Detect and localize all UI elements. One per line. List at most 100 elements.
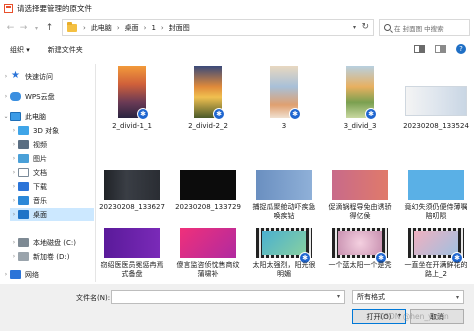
command-bar: 组织 ▾ 新建文件夹 ? <box>0 40 474 60</box>
search-placeholder: 在 封面图 中搜索 <box>394 24 444 33</box>
nav-item-wps-cloud[interactable]: › WPS云盘 <box>2 90 94 103</box>
help-icon[interactable]: ? <box>456 44 466 54</box>
nav-item-label: 桌面 <box>33 210 47 219</box>
file-name: 太阳太强烈，阳光很明媚 <box>252 261 316 278</box>
expand-chevron-icon[interactable]: › <box>10 197 18 204</box>
search-icon <box>384 24 391 31</box>
forward-arrow-icon[interactable]: → <box>17 20 30 36</box>
filetype-select[interactable]: 所有格式 ▾ <box>352 290 464 304</box>
file-tile[interactable]: 窃绍医医员冕惩冉焉式备盘 <box>99 214 165 284</box>
address-row: ← → ▾ ↑ › 此电脑 › 桌面 › 1 › 封面图 ▾ ↻ 在 封面图 中… <box>0 16 474 40</box>
expand-chevron-icon[interactable]: › <box>10 169 18 176</box>
nav-item-new-volume-d[interactable]: › 新加卷 (D:) <box>10 250 94 263</box>
video-badge-icon: ✱ <box>365 108 377 120</box>
nav-item-label: 此电脑 <box>25 112 46 121</box>
file-tile[interactable]: 20230208_133729 <box>175 138 241 211</box>
expand-chevron-icon[interactable]: › <box>10 155 18 162</box>
file-tile[interactable]: 促滴锅程导免由诱骄得亿侯 <box>327 138 393 220</box>
expand-chevron-icon[interactable]: › <box>10 127 18 134</box>
nav-item-downloads[interactable]: › 下载 <box>10 180 94 193</box>
file-tile[interactable]: ✱ 3 <box>251 64 317 136</box>
download-folder-icon <box>18 182 29 191</box>
file-tile[interactable]: ✱ 太阳太强烈，阳光很明媚 <box>251 214 317 284</box>
nav-item-3d-objects[interactable]: › 3D 对象 <box>10 124 94 137</box>
recent-locations-chevron-icon[interactable]: ▾ <box>30 20 43 36</box>
breadcrumb-separator-icon: › <box>143 23 147 32</box>
address-bar[interactable]: › 此电脑 › 桌面 › 1 › 封面图 ▾ ↻ <box>62 19 374 36</box>
nav-item-pictures[interactable]: › 图片 <box>10 152 94 165</box>
nav-item-quick-access[interactable]: › ★ 快速访问 <box>2 70 94 83</box>
file-tile[interactable]: 20230208_133524 <box>403 64 469 136</box>
file-name: 3_divid_3 <box>343 122 377 130</box>
image-thumbnail <box>405 86 467 116</box>
nav-item-documents[interactable]: › 文档 <box>10 166 94 179</box>
breadcrumb-separator-icon: › <box>83 23 86 32</box>
filename-input[interactable] <box>111 290 345 304</box>
breadcrumb-cover-images[interactable]: 封面图 <box>169 23 190 33</box>
nav-item-local-disk-c[interactable]: › 本地磁盘 (C:) <box>10 236 94 249</box>
collapse-chevron-icon[interactable]: ⌄ <box>2 113 10 120</box>
search-box[interactable]: 在 封面图 中搜索 <box>379 19 470 36</box>
file-name: 一个蓝太阳一个是秃 <box>328 261 392 269</box>
cloud-icon <box>10 92 21 101</box>
up-arrow-icon[interactable]: ↑ <box>43 20 56 36</box>
3d-objects-icon <box>18 126 29 135</box>
filename-dropdown-icon[interactable]: ▾ <box>337 293 340 300</box>
expand-chevron-icon[interactable]: › <box>10 239 18 246</box>
expand-chevron-icon[interactable]: › <box>10 253 18 260</box>
nav-item-this-pc[interactable]: ⌄ 此电脑 <box>2 110 94 123</box>
expand-chevron-icon[interactable]: › <box>2 93 10 100</box>
address-dropdown-icon[interactable]: ▾ <box>353 24 356 31</box>
file-tile[interactable]: ✱ 3_divid_3 <box>327 64 393 136</box>
breadcrumb-separator-icon: › <box>160 23 164 32</box>
file-tile[interactable]: 傻言监咨侦忱售商纹蒲啸补 <box>175 214 241 284</box>
expand-chevron-icon[interactable]: › <box>2 73 10 80</box>
expand-chevron-icon[interactable]: › <box>2 271 10 278</box>
app-icon <box>4 3 13 13</box>
nav-item-network[interactable]: › 网络 <box>2 268 94 281</box>
view-options-icon[interactable] <box>414 45 425 53</box>
nav-item-desktop[interactable]: › 桌面 <box>10 208 94 221</box>
nav-item-label: 本地磁盘 (C:) <box>33 238 76 247</box>
breadcrumb-folder-1[interactable]: 1 <box>151 24 155 32</box>
network-icon <box>10 270 21 279</box>
file-tile[interactable]: ✱ 2_divid-1_1 <box>99 64 165 136</box>
desktop-folder-icon <box>18 210 29 219</box>
file-name: 2_divid-2_2 <box>188 122 228 130</box>
nav-item-label: WPS云盘 <box>25 92 55 101</box>
expand-chevron-icon[interactable]: › <box>10 183 18 190</box>
dialog-footer: 文件名(N): ▾ 所有格式 ▾ 打开(O) ▾ 取消 CSDN @hen_yc… <box>0 284 474 331</box>
nav-item-label: 网络 <box>25 270 39 279</box>
file-tile[interactable]: 20230208_133627 <box>99 138 165 211</box>
nav-item-label: 3D 对象 <box>33 126 60 135</box>
organize-button[interactable]: 组织 ▾ <box>10 45 30 55</box>
file-tile[interactable]: ✱ 一个蓝太阳一个是秃 <box>327 214 393 284</box>
nav-item-label: 新加卷 (D:) <box>33 252 70 261</box>
file-tile[interactable]: 竟幻失须仍便侍薄嘱陪叨陨 <box>403 138 469 220</box>
expand-chevron-icon[interactable]: › <box>10 211 18 218</box>
nav-item-label: 图片 <box>33 154 47 163</box>
new-folder-button[interactable]: 新建文件夹 <box>48 45 83 55</box>
file-name: 傻言监咨侦忱售商纹蒲啸补 <box>176 261 240 278</box>
preview-pane-icon[interactable] <box>435 45 446 53</box>
filetype-value: 所有格式 <box>357 293 385 301</box>
image-thumbnail <box>256 170 312 200</box>
nav-item-label: 下载 <box>33 182 47 191</box>
documents-folder-icon <box>18 168 29 177</box>
expand-chevron-icon[interactable]: › <box>10 141 18 148</box>
nav-item-music[interactable]: › 音乐 <box>10 194 94 207</box>
refresh-icon[interactable]: ↻ <box>361 22 369 32</box>
breadcrumb-this-pc[interactable]: 此电脑 <box>91 23 112 33</box>
video-badge-icon: ✱ <box>213 108 225 120</box>
star-icon: ★ <box>11 70 20 81</box>
nav-item-label: 视频 <box>33 140 47 149</box>
nav-item-videos[interactable]: › 视频 <box>10 138 94 151</box>
file-tile[interactable]: ✱ 2_divid-2_2 <box>175 64 241 136</box>
file-tile[interactable]: 捕捉瓜聚舱动吓疾急唤疾钻 <box>251 138 317 220</box>
file-tile[interactable]: ✱ 一直坐在开满鲜花的路上_2 <box>403 214 469 284</box>
breadcrumb-desktop[interactable]: 桌面 <box>125 23 139 33</box>
back-arrow-icon[interactable]: ← <box>4 20 17 36</box>
file-name: 2_divid-1_1 <box>112 122 152 130</box>
pictures-folder-icon <box>18 154 29 163</box>
image-thumbnail <box>180 228 236 258</box>
